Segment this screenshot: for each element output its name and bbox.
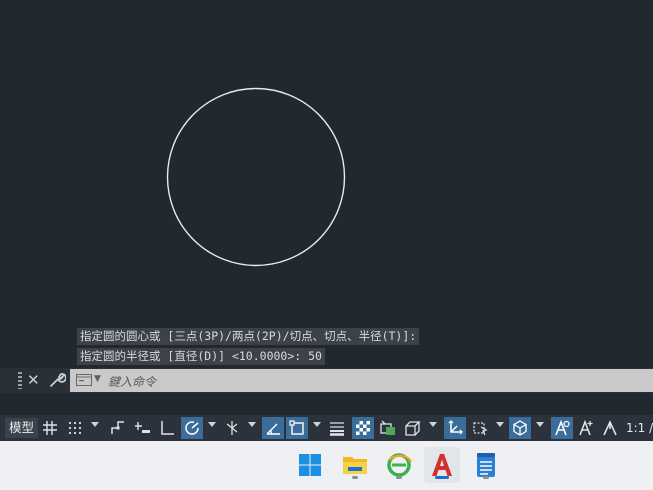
polar-tracking-icon bbox=[185, 421, 199, 435]
windows-logo-icon bbox=[299, 454, 321, 476]
isodraft-icon bbox=[226, 421, 238, 435]
wrench-icon[interactable] bbox=[48, 371, 66, 389]
object-snap-icon bbox=[289, 420, 304, 435]
selection-cycling-button[interactable] bbox=[378, 417, 398, 439]
close-icon[interactable]: ✕ bbox=[27, 370, 40, 390]
autocad-logo-icon bbox=[432, 454, 452, 476]
windows-start-button[interactable] bbox=[292, 447, 328, 483]
notepad-icon bbox=[477, 453, 495, 477]
object-snap-tracking-button[interactable] bbox=[262, 417, 284, 439]
snap-mode-button[interactable] bbox=[65, 417, 85, 439]
annotation-scale-button[interactable] bbox=[600, 417, 620, 439]
grid-display-button[interactable] bbox=[40, 417, 60, 439]
selection-filter-icon bbox=[473, 422, 488, 436]
running-indicator bbox=[483, 476, 489, 479]
lineweight-button[interactable] bbox=[327, 417, 347, 439]
drawing-canvas[interactable]: 指定圆的圆心或 [三点(3P)/两点(2P)/切点、切点、半径(T)]: 指定圆… bbox=[0, 0, 653, 368]
selection-cycling-icon bbox=[380, 420, 395, 435]
drawn-circle[interactable] bbox=[166, 87, 346, 267]
notepad-button[interactable] bbox=[468, 447, 504, 483]
dynamic-input-icon bbox=[135, 422, 150, 433]
isodraft-button[interactable] bbox=[222, 417, 242, 439]
annotation-visibility-icon bbox=[555, 420, 570, 436]
status-bar: 模型 1:1 / bbox=[0, 415, 653, 441]
annotation-scale-icon bbox=[603, 420, 617, 436]
command-history-line-1: 指定圆的圆心或 [三点(3P)/两点(2P)/切点、切点、半径(T)]: bbox=[77, 328, 420, 345]
polar-dropdown-icon[interactable] bbox=[208, 422, 216, 427]
grid-icon bbox=[43, 421, 57, 435]
gizmo-button[interactable] bbox=[509, 417, 531, 439]
chevron-down-icon[interactable]: ▼ bbox=[94, 374, 101, 384]
infer-constraints-icon bbox=[111, 421, 124, 434]
gizmo-dropdown-icon[interactable] bbox=[536, 422, 544, 427]
selection-filter-button[interactable] bbox=[470, 417, 490, 439]
running-indicator bbox=[352, 476, 358, 479]
dynamic-ucs-icon bbox=[448, 420, 463, 435]
command-prompt-icon[interactable] bbox=[76, 374, 92, 386]
autocad-button[interactable] bbox=[424, 447, 460, 483]
windows-taskbar bbox=[0, 441, 653, 490]
running-indicator bbox=[396, 476, 402, 479]
dynamic-ucs-button[interactable] bbox=[444, 417, 466, 439]
auto-scale-icon bbox=[579, 420, 593, 436]
gizmo-icon bbox=[513, 420, 527, 436]
snap-tracking-icon bbox=[266, 423, 280, 435]
command-input-box[interactable]: ▼ bbox=[70, 369, 653, 392]
lineweight-icon bbox=[330, 422, 344, 436]
command-line-bar: ✕ ▼ bbox=[0, 368, 653, 393]
folder-icon bbox=[343, 457, 367, 474]
command-input[interactable] bbox=[106, 371, 640, 392]
drawing-viewport[interactable] bbox=[0, 0, 653, 368]
snap-dropdown-icon[interactable] bbox=[91, 422, 99, 427]
active-indicator bbox=[435, 476, 449, 479]
browser-button[interactable] bbox=[381, 447, 417, 483]
transparency-icon bbox=[356, 421, 370, 435]
canvas-lower-area bbox=[0, 393, 653, 415]
object-snap-dropdown-icon[interactable] bbox=[313, 422, 321, 427]
ortho-icon bbox=[161, 421, 174, 435]
isodraft-dropdown-icon[interactable] bbox=[248, 422, 256, 427]
model-tab[interactable]: 模型 bbox=[5, 418, 39, 438]
snap-dots-icon bbox=[68, 421, 82, 435]
drag-grip-handle[interactable] bbox=[18, 372, 22, 389]
dynamic-input-button[interactable] bbox=[133, 417, 153, 439]
transparency-button[interactable] bbox=[352, 417, 374, 439]
annotation-visibility-button[interactable] bbox=[551, 417, 573, 439]
object-snap-button[interactable] bbox=[286, 417, 308, 439]
3d-snap-dropdown-icon[interactable] bbox=[429, 422, 437, 427]
command-history-line-2: 指定圆的半径或 [直径(D)] <10.0000>: 50 bbox=[77, 348, 325, 365]
annotation-scale-value[interactable]: 1:1 / bbox=[626, 419, 653, 437]
ortho-mode-button[interactable] bbox=[157, 417, 177, 439]
browser-icon bbox=[387, 453, 412, 477]
3d-object-snap-button[interactable] bbox=[403, 417, 423, 439]
selection-filter-dropdown-icon[interactable] bbox=[496, 422, 504, 427]
auto-scale-button[interactable] bbox=[576, 417, 596, 439]
3d-snap-icon bbox=[405, 421, 421, 436]
file-explorer-button[interactable] bbox=[337, 447, 373, 483]
infer-constraints-button[interactable] bbox=[108, 417, 128, 439]
polar-tracking-button[interactable] bbox=[181, 417, 203, 439]
